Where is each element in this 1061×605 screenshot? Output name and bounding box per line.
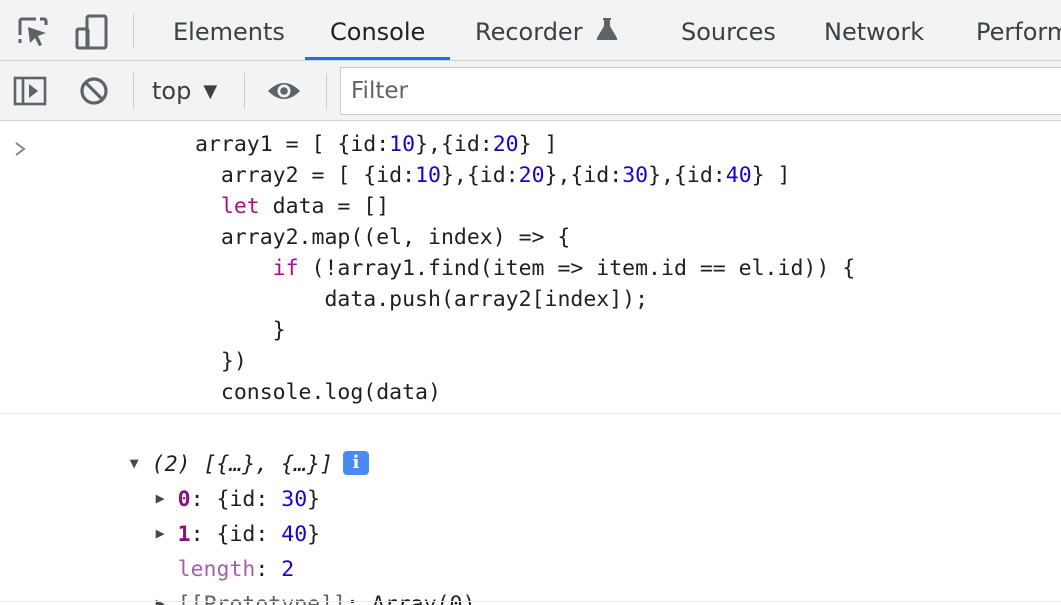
code-line: data.push(array2[index]);	[195, 284, 855, 315]
code-line: array2.map((el, index) => {	[195, 222, 855, 253]
array-summary-row[interactable]: ▼ (2) [{…}, {…}] i	[52, 417, 369, 477]
filter-box	[340, 67, 1061, 115]
collapsed-triangle-icon: ▶	[155, 594, 165, 605]
flask-icon	[596, 18, 618, 40]
code-text: },{id:	[648, 163, 726, 188]
code-number: 10	[389, 132, 416, 157]
tab-network[interactable]: Network	[824, 0, 924, 60]
context-label: top	[152, 77, 192, 105]
tab-console[interactable]: Console	[330, 0, 425, 60]
tab-performance[interactable]: Perform	[976, 0, 1061, 60]
dropdown-arrow-icon: ▼	[203, 80, 218, 102]
code-text: },{id:	[544, 163, 623, 188]
toolbar-divider	[244, 73, 245, 109]
devtools-tab-bar: Elements Console Recorder Sources Networ…	[0, 0, 1061, 61]
code-text: array2 = [ {id:	[220, 163, 416, 188]
code-line: array1 = [ {id:10},{id:20} ]	[195, 129, 855, 160]
code-text: console.log(data)	[220, 380, 441, 405]
code-keyword: let	[220, 194, 260, 219]
live-expression-button[interactable]	[264, 71, 304, 111]
code-line: if (!array1.find(item => item.id == el.i…	[195, 253, 856, 284]
filter-input[interactable]	[341, 68, 1061, 114]
console-messages: array1 = [ {id:10},{id:20} ] array2 = [ …	[0, 122, 1061, 605]
code-text: } ]	[518, 132, 558, 157]
code-number: 20	[518, 163, 545, 188]
toolbar-divider	[326, 73, 327, 109]
context-selector[interactable]: top ▼	[152, 75, 217, 107]
array-item-row[interactable]: ▶ 0: {id: 30}	[78, 452, 320, 512]
item-close: }	[307, 522, 321, 547]
clear-icon	[80, 77, 108, 105]
length-row: length: 2	[100, 522, 295, 582]
toolbar-divider	[133, 73, 134, 109]
console-input-message: array1 = [ {id:10},{id:20} ] array2 = [ …	[0, 122, 1061, 414]
code-text: array1 = [ {id:	[195, 132, 390, 157]
tab-elements[interactable]: Elements	[173, 0, 285, 60]
code-text: array2.map((el, index) => {	[220, 225, 571, 250]
inspect-element-button[interactable]	[13, 12, 53, 52]
active-tab-indicator	[305, 57, 450, 60]
code-text: data = []	[259, 194, 390, 219]
code-text: (!array1.find(item => item.id == el.id))…	[298, 256, 856, 281]
clear-console-button[interactable]	[74, 71, 114, 111]
code-text: },{id:	[440, 163, 519, 188]
code-block[interactable]: array1 = [ {id:10},{id:20} ] array2 = [ …	[195, 129, 855, 408]
prototype-value: Array(0)	[371, 592, 476, 605]
inspect-cursor-icon	[18, 17, 48, 46]
prototype-row[interactable]: ▶ [[Prototype]]: Array(0)	[78, 557, 476, 605]
code-number: 40	[725, 163, 752, 188]
output-divider	[0, 601, 1061, 602]
eye-icon	[268, 83, 300, 99]
info-icon[interactable]: i	[342, 451, 369, 475]
tab-divider	[133, 14, 134, 48]
toggle-sidebar-button[interactable]	[10, 71, 50, 111]
array-item-row[interactable]: ▶ 1: {id: 40}	[78, 487, 320, 547]
prompt-icon	[14, 138, 28, 162]
device-icon	[75, 14, 108, 50]
code-text: data.push(array2[index]);	[324, 287, 649, 312]
console-output: ▼ (2) [{…}, {…}] i ▶ 0: {id: 30} ▶ 1: {id: 4…	[0, 415, 1061, 605]
code-line: let data = []	[195, 191, 855, 222]
console-toolbar: top ▼	[0, 61, 1061, 121]
code-number: 30	[622, 163, 649, 188]
code-text: },{id:	[415, 132, 493, 157]
tab-recorder[interactable]: Recorder	[475, 0, 618, 60]
code-number: 20	[492, 132, 519, 157]
prototype-key: [[Prototype]]	[177, 592, 346, 605]
sidebar-toggle-icon	[13, 76, 47, 106]
code-line: }	[195, 315, 855, 346]
code-number: 10	[415, 163, 441, 188]
code-text: } ]	[751, 163, 791, 188]
code-line: })	[195, 346, 855, 377]
tab-sources[interactable]: Sources	[681, 0, 776, 60]
code-line: console.log(data)	[195, 377, 855, 408]
prototype-colon: :	[345, 592, 372, 605]
code-keyword: if	[272, 256, 299, 281]
code-line: array2 = [ {id:10},{id:20},{id:30},{id:4…	[195, 160, 855, 191]
code-text: }	[272, 318, 286, 343]
device-toolbar-button[interactable]	[71, 12, 111, 52]
code-text: })	[220, 349, 247, 374]
